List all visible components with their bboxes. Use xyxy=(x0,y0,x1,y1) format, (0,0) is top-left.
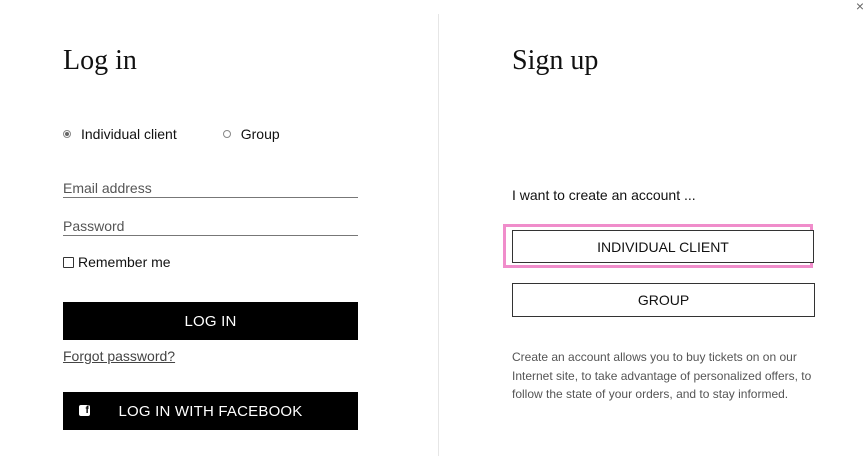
facebook-icon: f xyxy=(79,405,90,416)
radio-individual-client[interactable]: Individual client xyxy=(63,126,177,142)
client-type-radio-group: Individual client Group xyxy=(63,126,280,142)
facebook-login-button[interactable]: f LOG IN WITH FACEBOOK xyxy=(63,392,358,430)
login-title: Log in xyxy=(63,45,137,76)
signup-group-button[interactable]: GROUP xyxy=(512,283,815,317)
signup-prompt: I want to create an account ... xyxy=(512,187,696,203)
checkbox-icon xyxy=(63,256,74,268)
email-field[interactable]: Email address xyxy=(63,180,358,198)
remember-me-label: Remember me xyxy=(78,254,171,270)
signup-individual-client-button[interactable]: INDIVIDUAL CLIENT xyxy=(512,230,814,263)
forgot-password-link[interactable]: Forgot password? xyxy=(63,348,175,364)
close-icon[interactable]: × xyxy=(856,0,864,14)
facebook-login-label: LOG IN WITH FACEBOOK xyxy=(118,402,303,420)
radio-individual-label: Individual client xyxy=(81,126,177,142)
radio-checked-icon xyxy=(63,130,71,138)
radio-group[interactable]: Group xyxy=(222,126,280,142)
remember-me-checkbox[interactable]: Remember me xyxy=(63,254,171,270)
signup-title: Sign up xyxy=(512,45,599,76)
password-field[interactable]: Password xyxy=(63,218,358,236)
radio-group-label: Group xyxy=(240,126,280,142)
radio-unchecked-icon xyxy=(222,130,231,138)
panel-divider xyxy=(438,14,439,456)
login-button[interactable]: LOG IN xyxy=(63,302,358,340)
signup-description: Create an account allows you to buy tick… xyxy=(512,350,812,401)
